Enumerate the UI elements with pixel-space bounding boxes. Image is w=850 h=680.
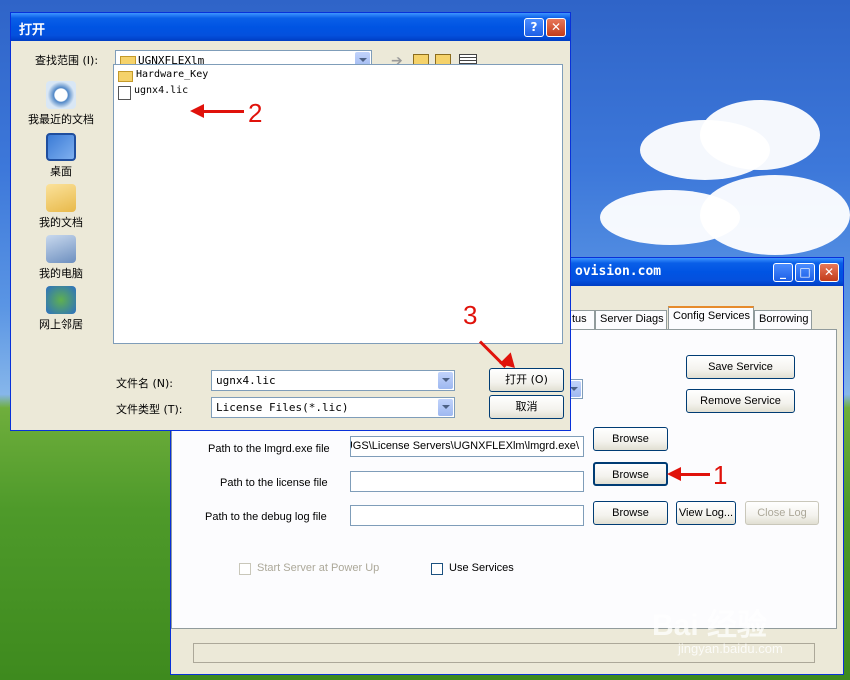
- annotation-step-2: 2: [248, 98, 263, 128]
- use-services-checkbox[interactable]: [431, 563, 443, 575]
- filename-label: 文件名 (N):: [116, 377, 174, 390]
- place-recent-documents[interactable]: 我最近的文档: [23, 81, 99, 127]
- my-computer-icon: [46, 235, 76, 263]
- desktop-icon: [46, 133, 76, 161]
- place-my-computer[interactable]: 我的电脑: [23, 235, 99, 281]
- arrowhead: [190, 104, 204, 118]
- file-list[interactable]: Hardware_Key ugnx4.lic: [113, 64, 563, 344]
- close-icon[interactable]: ✕: [819, 263, 839, 282]
- start-server-label: Start Server at Power Up: [257, 562, 380, 574]
- filetype-value: License Files(*.lic): [216, 401, 349, 414]
- use-services-label: Use Services: [449, 562, 514, 574]
- dialog-title: 打开: [19, 23, 46, 38]
- tab-status[interactable]: tus: [567, 310, 595, 330]
- annotation-step-3: 3: [463, 300, 478, 330]
- place-label: 我最近的文档: [28, 113, 94, 126]
- annotation-step-1: 1: [713, 460, 728, 490]
- annotation-arrow-2: [202, 110, 244, 113]
- lmgrd-path-label: Path to the lmgrd.exe file: [208, 443, 330, 455]
- dialog-titlebar: 打开 ? ✕: [11, 13, 570, 41]
- chevron-down-icon[interactable]: [438, 372, 453, 389]
- place-label: 我的文档: [39, 216, 83, 229]
- view-log-button[interactable]: View Log...: [676, 501, 736, 525]
- maximize-icon[interactable]: □: [795, 263, 815, 282]
- close-log-button[interactable]: Close Log: [745, 501, 819, 525]
- browse-debug-log-button[interactable]: Browse: [593, 501, 668, 525]
- place-network[interactable]: 网上邻居: [23, 286, 99, 332]
- annotation-arrow-1: [680, 473, 710, 476]
- minimize-icon[interactable]: _: [773, 263, 793, 282]
- cloud: [700, 100, 820, 170]
- place-label: 我的电脑: [39, 267, 83, 280]
- browse-lmgrd-button[interactable]: Browse: [593, 427, 668, 451]
- window-title: ovision.com: [575, 264, 662, 279]
- folder-icon: [118, 71, 133, 82]
- filename-input[interactable]: ugnx4.lic: [211, 370, 455, 391]
- close-icon[interactable]: ✕: [546, 18, 566, 37]
- debug-log-path-field[interactable]: [350, 505, 584, 526]
- file-name: Hardware_Key: [136, 69, 209, 80]
- list-item[interactable]: Hardware_Key: [118, 69, 209, 82]
- place-label: 桌面: [50, 165, 72, 178]
- place-label: 网上邻居: [39, 318, 83, 331]
- cancel-button[interactable]: 取消: [489, 395, 564, 419]
- filename-value: ugnx4.lic: [216, 374, 276, 387]
- license-file-icon: [118, 86, 131, 100]
- open-file-dialog: 打开 ? ✕ 查找范围 (I): UGNXFLEXlm ➔ 我最近的文档 桌面 …: [10, 12, 571, 431]
- file-name: ugnx4.lic: [134, 85, 189, 96]
- license-path-field[interactable]: [350, 471, 584, 492]
- place-my-documents[interactable]: 我的文档: [23, 184, 99, 230]
- list-item[interactable]: ugnx4.lic: [118, 85, 189, 100]
- arrowhead: [667, 467, 681, 481]
- recent-documents-icon: [46, 81, 76, 109]
- baidu-watermark-url: jingyan.baidu.com: [678, 641, 783, 656]
- browse-license-button[interactable]: Browse: [593, 462, 668, 486]
- save-service-button[interactable]: Save Service: [686, 355, 795, 379]
- debug-log-path-label: Path to the debug log file: [205, 511, 327, 523]
- network-places-icon: [46, 286, 76, 314]
- baidu-watermark-logo: Bai 经验: [652, 609, 768, 642]
- look-in-label: 查找范围 (I):: [35, 54, 99, 67]
- lmgrd-path-field[interactable]: \UGS\License Servers\UGNXFLEXlm\lmgrd.ex…: [350, 436, 584, 457]
- tab-config-services[interactable]: Config Services: [668, 306, 754, 330]
- cloud: [700, 175, 850, 255]
- tab-borrowing[interactable]: Borrowing: [754, 310, 812, 330]
- filetype-dropdown[interactable]: License Files(*.lic): [211, 397, 455, 418]
- start-server-checkbox[interactable]: [239, 563, 251, 575]
- tab-server-diags[interactable]: Server Diags: [595, 310, 667, 330]
- open-button[interactable]: 打开 (O): [489, 368, 564, 392]
- help-icon[interactable]: ?: [524, 18, 544, 37]
- chevron-down-icon[interactable]: [438, 399, 453, 416]
- place-desktop[interactable]: 桌面: [23, 133, 99, 179]
- filetype-label: 文件类型 (T):: [116, 403, 183, 416]
- remove-service-button[interactable]: Remove Service: [686, 389, 795, 413]
- my-documents-icon: [46, 184, 76, 212]
- license-path-label: Path to the license file: [220, 477, 328, 489]
